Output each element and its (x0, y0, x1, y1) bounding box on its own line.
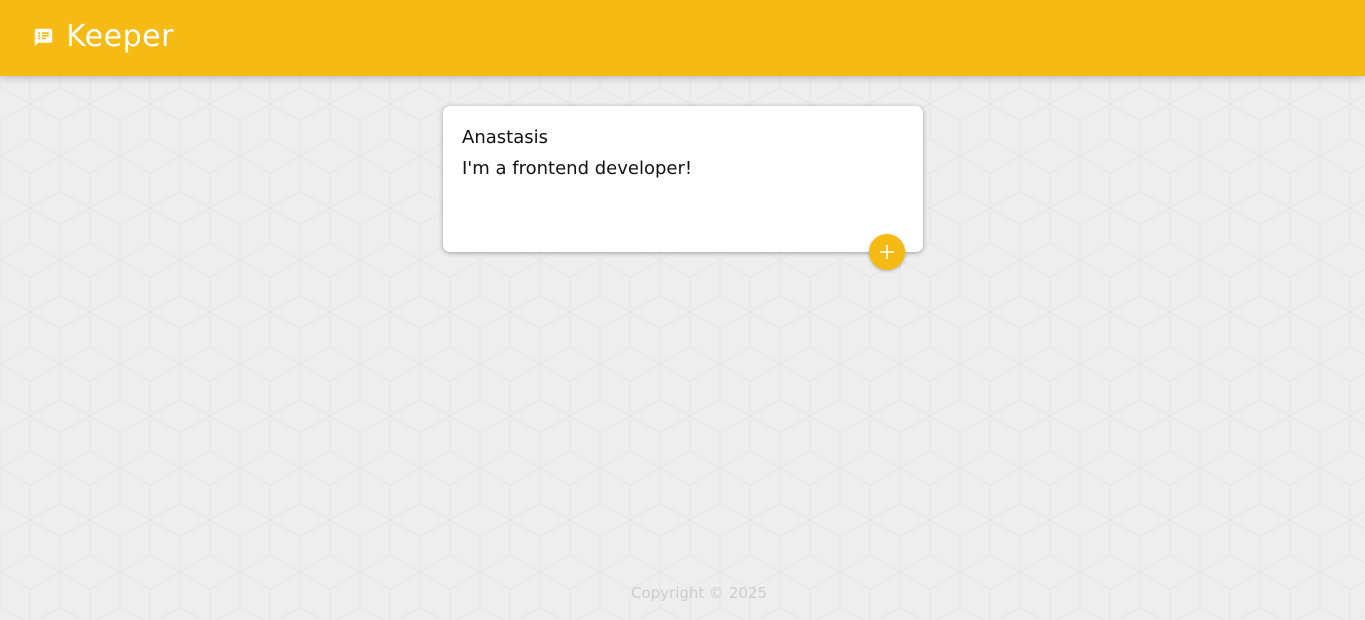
create-note-form: I'm a frontend developer! (443, 106, 923, 252)
note-content-input[interactable]: I'm a frontend developer! (462, 157, 902, 237)
background-pattern (0, 0, 1365, 620)
add-icon (880, 245, 894, 259)
notes-icon (33, 27, 54, 48)
footer: Copyright © 2025 (0, 583, 1365, 603)
copyright-text: Copyright © 2025 (630, 584, 767, 602)
add-note-button[interactable] (869, 234, 905, 270)
app-title: Keeper (66, 19, 174, 54)
note-title-input[interactable] (462, 124, 902, 150)
app-header: Keeper (0, 0, 1365, 76)
